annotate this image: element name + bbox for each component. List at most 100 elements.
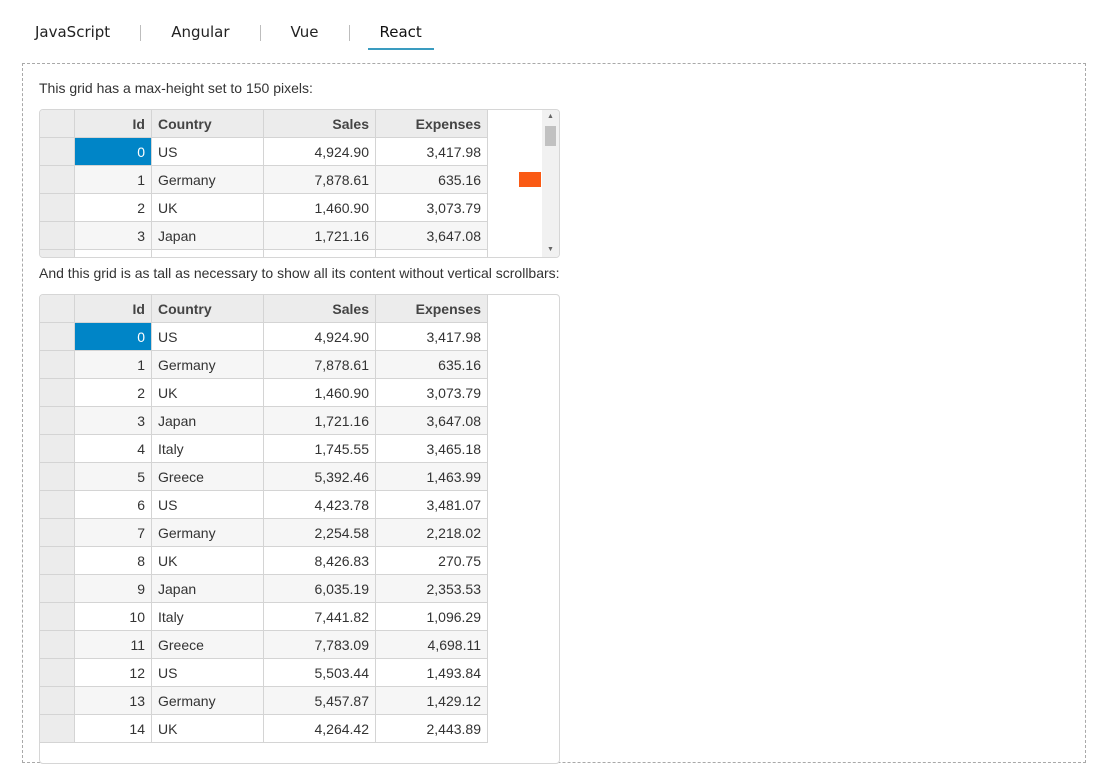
- table-row[interactable]: 2 UK 1,460.90 3,073.79: [40, 379, 559, 407]
- cell-country[interactable]: Italy: [152, 250, 264, 257]
- cell-sales[interactable]: 7,878.61: [264, 166, 376, 194]
- cell-sales[interactable]: 4,924.90: [264, 323, 376, 351]
- cell-country[interactable]: Greece: [152, 463, 264, 491]
- row-header-cell[interactable]: [40, 463, 75, 491]
- cell-country[interactable]: Greece: [152, 631, 264, 659]
- table-row[interactable]: 10 Italy 7,441.82 1,096.29: [40, 603, 559, 631]
- cell-sales[interactable]: 4,264.42: [264, 715, 376, 743]
- table-row[interactable]: 7 Germany 2,254.58 2,218.02: [40, 519, 559, 547]
- cell-id[interactable]: 3: [75, 407, 152, 435]
- table-row[interactable]: 6 US 4,423.78 3,481.07: [40, 491, 559, 519]
- tab-javascript[interactable]: JavaScript: [23, 0, 122, 50]
- column-header-expenses[interactable]: Expenses: [376, 295, 488, 323]
- cell-id[interactable]: 0: [75, 323, 152, 351]
- table-row[interactable]: 14 UK 4,264.42 2,443.89: [40, 715, 559, 743]
- table-row[interactable]: 2 UK 1,460.90 3,073.79: [40, 194, 559, 222]
- cell-sales[interactable]: 1,721.16: [264, 407, 376, 435]
- row-header-cell[interactable]: [40, 407, 75, 435]
- cell-sales[interactable]: 8,426.83: [264, 547, 376, 575]
- column-header-sales[interactable]: Sales: [264, 295, 376, 323]
- table-row[interactable]: 9 Japan 6,035.19 2,353.53: [40, 575, 559, 603]
- cell-id[interactable]: 1: [75, 166, 152, 194]
- cell-country[interactable]: US: [152, 659, 264, 687]
- cell-id[interactable]: 7: [75, 519, 152, 547]
- cell-country[interactable]: UK: [152, 194, 264, 222]
- cell-id[interactable]: 11: [75, 631, 152, 659]
- row-header-cell[interactable]: [40, 687, 75, 715]
- cell-id[interactable]: 12: [75, 659, 152, 687]
- cell-sales[interactable]: 7,783.09: [264, 631, 376, 659]
- tab-react[interactable]: React: [367, 0, 434, 50]
- row-header-cell[interactable]: [40, 547, 75, 575]
- cell-country[interactable]: US: [152, 323, 264, 351]
- cell-expenses[interactable]: 3,647.08: [376, 222, 488, 250]
- cell-country[interactable]: Italy: [152, 603, 264, 631]
- cell-sales[interactable]: 2,254.58: [264, 519, 376, 547]
- cell-sales[interactable]: 7,441.82: [264, 603, 376, 631]
- cell-sales[interactable]: 1,460.90: [264, 194, 376, 222]
- cell-expenses[interactable]: 635.16: [376, 166, 488, 194]
- row-header-cell[interactable]: [40, 519, 75, 547]
- tab-angular[interactable]: Angular: [159, 0, 241, 50]
- cell-country[interactable]: Germany: [152, 687, 264, 715]
- cell-expenses[interactable]: 270.75: [376, 547, 488, 575]
- cell-id[interactable]: 14: [75, 715, 152, 743]
- cell-expenses[interactable]: 3,073.79: [376, 379, 488, 407]
- cell-country[interactable]: Japan: [152, 222, 264, 250]
- table-row[interactable]: 3 Japan 1,721.16 3,647.08: [40, 407, 559, 435]
- row-header-cell[interactable]: [40, 491, 75, 519]
- table-row[interactable]: 4Italy1,745.553,465.18: [40, 435, 559, 463]
- cell-expenses[interactable]: 1,096.29: [376, 603, 488, 631]
- cell-sales[interactable]: 1,460.90: [264, 379, 376, 407]
- table-row[interactable]: 13 Germany 5,457.87 1,429.12: [40, 687, 559, 715]
- cell-expenses[interactable]: 3,417.98: [376, 323, 488, 351]
- cell-expenses[interactable]: 3,073.79: [376, 194, 488, 222]
- cell-expenses[interactable]: 3,465.18: [376, 435, 488, 463]
- column-header-country[interactable]: Country: [152, 295, 264, 323]
- table-row[interactable]: 11 Greece 7,783.09 4,698.11: [40, 631, 559, 659]
- table-row[interactable]: 12 US 5,503.44 1,493.84: [40, 659, 559, 687]
- cell-id[interactable]: 5: [75, 463, 152, 491]
- cell-sales[interactable]: 7,878.61: [264, 351, 376, 379]
- row-header-cell[interactable]: [40, 194, 75, 222]
- cell-expenses[interactable]: 1,463.99: [376, 463, 488, 491]
- row-header-cell[interactable]: [40, 250, 75, 257]
- cell-expenses[interactable]: 1,493.84: [376, 659, 488, 687]
- cell-country[interactable]: UK: [152, 715, 264, 743]
- cell-expenses[interactable]: 3,417.98: [376, 138, 488, 166]
- cell-sales[interactable]: 5,457.87: [264, 687, 376, 715]
- tab-vue[interactable]: Vue: [279, 0, 331, 50]
- cell-country[interactable]: UK: [152, 379, 264, 407]
- cell-id[interactable]: 4: [75, 250, 152, 257]
- row-header-cell[interactable]: [40, 166, 75, 194]
- cell-country[interactable]: Germany: [152, 166, 264, 194]
- cell-sales[interactable]: 1,745.55: [264, 250, 376, 257]
- row-header-cell[interactable]: [40, 351, 75, 379]
- cell-id[interactable]: 2: [75, 379, 152, 407]
- arrow-up-icon[interactable]: ▲: [542, 110, 559, 124]
- arrow-down-icon[interactable]: ▼: [542, 243, 559, 257]
- cell-sales[interactable]: 4,423.78: [264, 491, 376, 519]
- table-row[interactable]: 3 Japan 1,721.16 3,647.08: [40, 222, 559, 250]
- cell-country[interactable]: Italy: [152, 435, 264, 463]
- cell-expenses[interactable]: 1,429.12: [376, 687, 488, 715]
- table-row[interactable]: 4Italy1,745.553,465.18: [40, 250, 559, 257]
- table-row[interactable]: 5 Greece 5,392.46 1,463.99: [40, 463, 559, 491]
- cell-id[interactable]: 13: [75, 687, 152, 715]
- cell-country[interactable]: Japan: [152, 407, 264, 435]
- cell-sales[interactable]: 6,035.19: [264, 575, 376, 603]
- cell-expenses[interactable]: 4,698.11: [376, 631, 488, 659]
- cell-id[interactable]: 2: [75, 194, 152, 222]
- column-header-expenses[interactable]: Expenses: [376, 110, 488, 138]
- table-row[interactable]: 1 Germany 7,878.61 635.16: [40, 166, 559, 194]
- cell-sales[interactable]: 5,503.44: [264, 659, 376, 687]
- cell-expenses[interactable]: 3,465.18: [376, 250, 488, 257]
- cell-country[interactable]: Germany: [152, 519, 264, 547]
- cell-sales[interactable]: 4,924.90: [264, 138, 376, 166]
- cell-id[interactable]: 3: [75, 222, 152, 250]
- cell-sales[interactable]: 1,721.16: [264, 222, 376, 250]
- row-header-cell[interactable]: [40, 138, 75, 166]
- cell-expenses[interactable]: 2,353.53: [376, 575, 488, 603]
- cell-sales[interactable]: 5,392.46: [264, 463, 376, 491]
- row-header-cell[interactable]: [40, 631, 75, 659]
